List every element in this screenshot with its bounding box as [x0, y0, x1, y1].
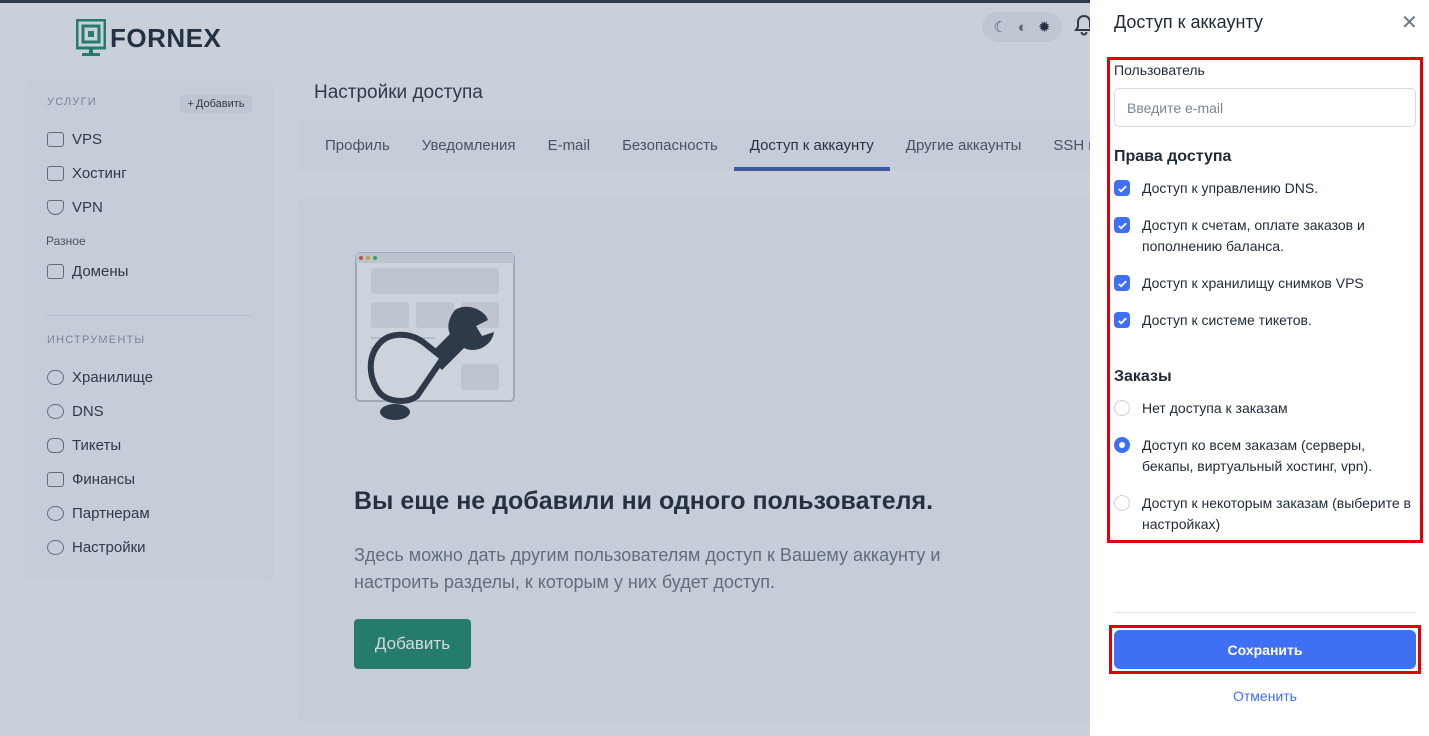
cancel-link[interactable]: Отменить — [1114, 688, 1416, 704]
tickets-access-checkbox[interactable] — [1114, 312, 1130, 328]
modal-overlay[interactable] — [0, 0, 1090, 736]
panel-title: Доступ к аккаунту — [1114, 12, 1263, 32]
orders-all-radio[interactable] — [1114, 437, 1130, 453]
checkbox-label: Доступ к счетам, оплате заказов и пополн… — [1142, 217, 1365, 254]
access-rights-title: Права доступа — [1114, 148, 1232, 165]
close-icon[interactable]: ✕ — [1401, 10, 1418, 35]
order-option-none[interactable]: Нет доступа к заказам — [1114, 398, 1414, 419]
billing-access-checkbox[interactable] — [1114, 217, 1130, 233]
right-tickets[interactable]: Доступ к системе тикетов. — [1114, 310, 1414, 331]
orders-some-radio[interactable] — [1114, 495, 1130, 511]
email-input[interactable] — [1114, 88, 1416, 127]
orders-title: Заказы — [1114, 368, 1172, 385]
order-option-all[interactable]: Доступ ко всем заказам (серверы, бекапы,… — [1114, 435, 1414, 477]
right-billing[interactable]: Доступ к счетам, оплате заказов и пополн… — [1114, 215, 1414, 257]
checkbox-label: Доступ к хранилищу снимков VPS — [1142, 275, 1364, 291]
orders-none-radio[interactable] — [1114, 400, 1130, 416]
panel-divider — [1114, 612, 1416, 613]
radio-label: Доступ ко всем заказам (серверы, бекапы,… — [1142, 437, 1373, 474]
radio-label: Нет доступа к заказам — [1142, 400, 1288, 416]
checkbox-label: Доступ к управлению DNS. — [1142, 180, 1319, 196]
save-button[interactable]: Сохранить — [1114, 630, 1416, 669]
checkbox-label: Доступ к системе тикетов. — [1142, 312, 1312, 328]
radio-label: Доступ к некоторым заказам (выберите в н… — [1142, 495, 1411, 532]
order-option-some[interactable]: Доступ к некоторым заказам (выберите в н… — [1114, 493, 1414, 535]
dns-access-checkbox[interactable] — [1114, 180, 1130, 196]
right-dns[interactable]: Доступ к управлению DNS. — [1114, 178, 1414, 199]
user-field-label: Пользователь — [1114, 62, 1205, 78]
right-snapshots[interactable]: Доступ к хранилищу снимков VPS — [1114, 273, 1414, 294]
snapshots-access-checkbox[interactable] — [1114, 275, 1130, 291]
